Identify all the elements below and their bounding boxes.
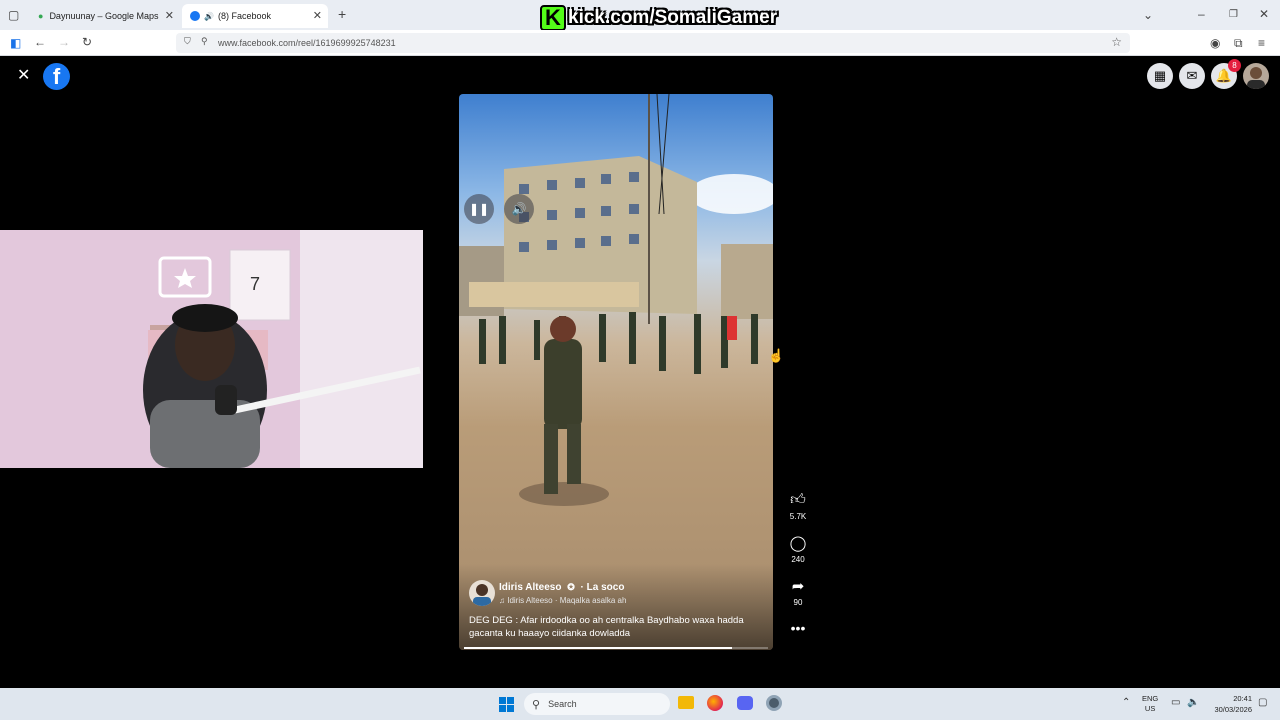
comment-icon: ◯ — [789, 535, 807, 552]
extensions-icon[interactable]: ⧉ — [1234, 36, 1243, 50]
file-explorer-icon[interactable] — [678, 696, 694, 709]
site-info-icon[interactable]: ⚲ — [201, 36, 208, 47]
firefox-icon[interactable] — [707, 695, 723, 711]
follow-link[interactable]: · La soco — [581, 582, 625, 593]
browser-toolbar: ◧ ← → ↻ ⛉ ⚲ www.facebook.com/reel/161969… — [0, 30, 1280, 56]
discord-icon[interactable] — [737, 696, 753, 710]
clock-date: 30/03/2026 — [1214, 705, 1252, 714]
maximize-icon[interactable]: ❐ — [1229, 8, 1238, 22]
kick-overlay-banner: K kick.com/SomaliGamer — [540, 4, 777, 32]
author-photo — [473, 584, 491, 606]
volume-icon[interactable]: 🔊 — [504, 194, 534, 224]
like-count: 5.7K — [789, 512, 807, 521]
maps-pin-icon: ● — [38, 11, 44, 21]
author-row: Idiris Alteeso ✪ · La soco — [499, 582, 624, 593]
share-count: 90 — [793, 598, 803, 607]
search-icon: ⚲ — [532, 698, 541, 711]
new-tab-icon[interactable]: + — [338, 7, 346, 21]
notification-center-icon[interactable]: ▢ — [1258, 697, 1267, 708]
start-windows-icon[interactable] — [499, 697, 514, 712]
language-indicator[interactable]: ENG US — [1142, 694, 1158, 714]
author-avatar[interactable] — [469, 580, 495, 606]
shield-icon: ⛉ — [184, 36, 191, 46]
share-action[interactable]: ➦ 90 — [782, 577, 814, 607]
menu-grid-icon[interactable]: ▦ — [1147, 63, 1173, 89]
caption-line: DEG DEG : Afar irdoodka oo ah centralka … — [469, 615, 744, 626]
lang-text: ENG — [1142, 694, 1159, 703]
url-text: www.facebook.com/reel/1619699925748231 — [218, 38, 396, 48]
notification-badge: 8 — [1228, 59, 1241, 72]
network-icon[interactable]: ▭ — [1171, 697, 1180, 708]
clock[interactable]: 20:41 30/03/2026 — [1206, 693, 1252, 715]
windows-taskbar: ⚲ Search ⌃ ENG US ▭ 🔈 20:41 30/03/2026 ▢ — [0, 688, 1280, 720]
speaker-icon: 🔊 — [204, 11, 214, 21]
clock-time: 20:41 — [1233, 694, 1252, 703]
tab-title: (8) Facebook — [217, 11, 271, 21]
pause-icon[interactable]: ❚❚ — [464, 194, 494, 224]
webcam-scene: 7 — [0, 230, 423, 468]
comment-count: 240 — [791, 555, 805, 564]
address-bar[interactable]: ⛉ ⚲ www.facebook.com/reel/16196999257482… — [176, 33, 1130, 53]
close-tab-icon[interactable]: ✕ — [313, 9, 322, 22]
kick-logo-icon: K — [540, 5, 566, 31]
tab-overview-icon[interactable]: ▢ — [8, 8, 19, 22]
back-icon[interactable]: ← — [34, 35, 46, 49]
kick-url: kick.com/SomaliGamer — [568, 7, 778, 28]
audio-row[interactable]: ♫ Idiris Alteeso · Maqalka asalka ah — [499, 596, 626, 605]
reel-video[interactable]: ❚❚ 🔊 Idiris Alteeso ✪ · La soco ♫ Idiris… — [459, 94, 773, 650]
facebook-logo-icon[interactable]: f — [43, 63, 70, 90]
tab-facebook[interactable]: 🔊 (8) Facebook ✕ — [182, 4, 328, 28]
browser-tab-bar: ▢ ● Daynuunay – Google Maps ✕ 🔊 (8) Face… — [0, 0, 1280, 32]
tab-list-chevron-icon[interactable]: ⌄ — [1143, 8, 1153, 22]
profile-avatar[interactable] — [1243, 63, 1269, 89]
like-icon: 👍︎ — [790, 491, 806, 508]
avatar-photo — [1247, 67, 1265, 89]
music-note-icon: ♫ — [499, 596, 505, 605]
svg-text:7: 7 — [250, 274, 260, 294]
close-reel-icon[interactable]: ✕ — [17, 65, 30, 85]
menu-icon[interactable]: ≡ — [1258, 36, 1265, 50]
settings-gear-icon[interactable] — [766, 695, 782, 711]
tab-title: Daynuunay – Google Maps — [49, 11, 159, 21]
verified-badge-icon: ✪ — [567, 582, 575, 592]
region-text: US — [1144, 704, 1156, 713]
more-options-icon[interactable]: ••• — [782, 620, 814, 636]
sidebar-icon[interactable]: ◧ — [10, 36, 21, 50]
caption-line: gacanta ku haaayo ciidanka dowladda — [469, 628, 631, 639]
author-name[interactable]: Idiris Alteeso — [499, 582, 561, 593]
taskbar-search[interactable]: ⚲ Search — [524, 693, 670, 715]
reload-icon[interactable]: ↻ — [82, 35, 92, 49]
show-hidden-icons-chevron-icon[interactable]: ⌃ — [1122, 697, 1130, 708]
window-close-icon[interactable]: ✕ — [1259, 7, 1269, 21]
search-placeholder: Search — [548, 699, 577, 709]
forward-icon[interactable]: → — [58, 35, 70, 49]
close-tab-icon[interactable]: ✕ — [165, 9, 174, 22]
minimize-icon[interactable]: – — [1198, 7, 1205, 21]
progress-fill — [464, 647, 732, 649]
mouse-cursor-icon: ☝ — [768, 348, 785, 363]
tab-google-maps[interactable]: ● Daynuunay – Google Maps ✕ — [30, 4, 180, 28]
like-action[interactable]: 👍︎ 5.7K — [782, 491, 814, 521]
bookmark-star-icon[interactable]: ☆ — [1111, 35, 1122, 49]
streamer-webcam: 7 — [0, 230, 423, 468]
account-icon[interactable]: ◉ — [1210, 36, 1220, 50]
audio-label: Idiris Alteeso · Maqalka asalka ah — [507, 596, 627, 605]
facebook-favicon — [190, 11, 200, 21]
share-icon: ➦ — [791, 578, 805, 595]
messenger-icon[interactable]: ✉ — [1179, 63, 1205, 89]
speaker-volume-icon[interactable]: 🔈 — [1187, 697, 1199, 708]
reel-caption: DEG DEG : Afar irdoodka oo ah centralka … — [469, 614, 769, 640]
progress-track[interactable] — [464, 647, 768, 649]
comment-action[interactable]: ◯ 240 — [782, 534, 814, 564]
